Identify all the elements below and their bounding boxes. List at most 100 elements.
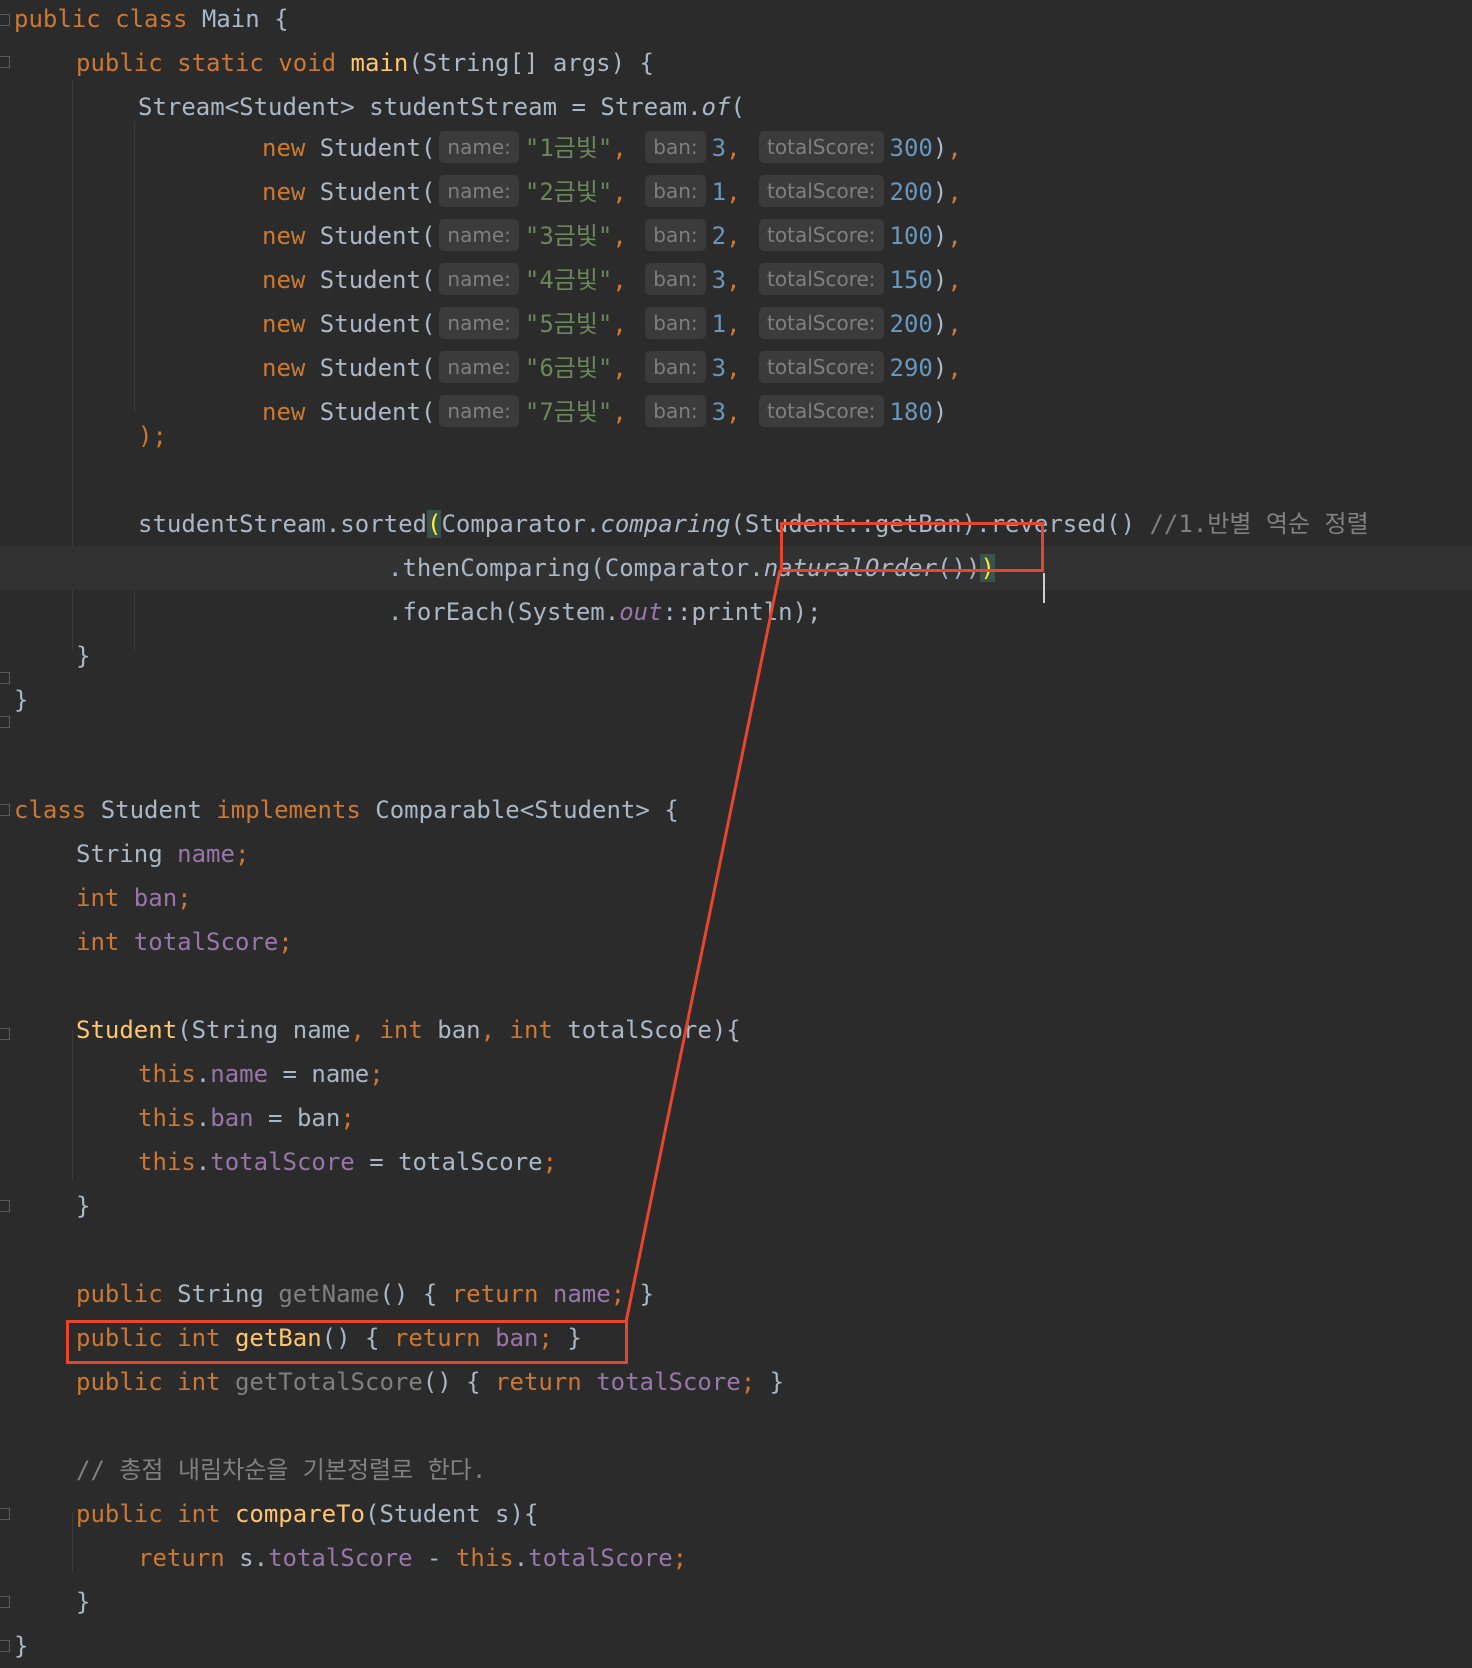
code-line[interactable]: ); xyxy=(0,414,1472,458)
call-end: ), xyxy=(932,134,962,162)
code-line[interactable]: this.name = name; xyxy=(0,1052,1472,1096)
method-end: ; } xyxy=(740,1368,785,1396)
number-literal: 200 xyxy=(889,178,933,206)
field-ref: totalScore xyxy=(210,1148,355,1176)
field-ref: ban xyxy=(210,1104,254,1132)
field-ref: totalScore xyxy=(596,1368,741,1396)
code-text: Comparator. xyxy=(441,510,601,538)
code-line[interactable]: .forEach(System.out::println); xyxy=(0,590,1472,634)
keyword: this xyxy=(138,1148,196,1176)
code-line[interactable]: public static void main(String[] args) { xyxy=(0,41,1472,85)
param-hint-ban: ban: xyxy=(645,131,706,163)
call-end: ), xyxy=(932,178,962,206)
code-line[interactable]: new Student(name: "2금빛", ban: 1, totalScor… xyxy=(0,170,1472,214)
constructor-call: Student( xyxy=(305,310,436,338)
code-text: totalScore){ xyxy=(552,1016,741,1044)
comma: , xyxy=(612,222,642,250)
constructor-call: Student( xyxy=(305,134,436,162)
method-name: getTotalScore xyxy=(234,1368,423,1396)
brace: } xyxy=(76,1192,91,1220)
comma: , xyxy=(612,178,642,206)
code-text: () { xyxy=(379,1280,452,1308)
code-line[interactable]: Stream<Student> studentStream = Stream.o… xyxy=(0,85,1472,129)
dot: . xyxy=(195,1148,211,1176)
code-line[interactable]: public int compareTo(Student s){ xyxy=(0,1492,1472,1536)
param-hint-ban: ban: xyxy=(645,307,706,339)
code-line[interactable]: class Student implements Comparable<Stud… xyxy=(0,788,1472,832)
string-literal: "1금빛" xyxy=(524,134,613,162)
code-line[interactable]: public class Main { xyxy=(0,0,1472,41)
number-literal: 3 xyxy=(711,354,727,382)
code-line[interactable]: public String getName() { return name; } xyxy=(0,1272,1472,1316)
comma: , xyxy=(726,222,756,250)
code-line-current[interactable]: .thenComparing(Comparator.naturalOrder()… xyxy=(0,546,1472,590)
matched-bracket: ( xyxy=(426,510,442,538)
semicolon: ; xyxy=(542,1148,558,1176)
code-line[interactable]: new Student(name: "4금빛", ban: 3, totalScor… xyxy=(0,258,1472,302)
param-hint-name: name: xyxy=(439,263,519,295)
comma: , xyxy=(726,134,756,162)
code-line[interactable]: } xyxy=(0,1580,1472,1624)
number-literal: 1 xyxy=(711,178,727,206)
comma: , xyxy=(726,354,756,382)
code-line[interactable]: studentStream.sorted(Comparator.comparin… xyxy=(0,502,1472,546)
code-line[interactable]: this.ban = ban; xyxy=(0,1096,1472,1140)
code-line[interactable]: new Student(name: "1금빛", ban: 3, totalScor… xyxy=(0,126,1472,170)
params: (Student s){ xyxy=(365,1500,539,1528)
code-line[interactable]: String name; xyxy=(0,832,1472,876)
code-line[interactable]: new Student(name: "3금빛", ban: 2, totalScor… xyxy=(0,214,1472,258)
code-line[interactable]: return s.totalScore - this.totalScore; xyxy=(0,1536,1472,1580)
dot: . xyxy=(195,1060,211,1088)
brace: } xyxy=(14,1632,29,1660)
brace: { xyxy=(259,5,289,33)
number-literal: 1 xyxy=(711,310,727,338)
method-end: ; } xyxy=(610,1280,655,1308)
code-line[interactable]: } xyxy=(0,1184,1472,1228)
code-line[interactable]: Student(String name, int ban, int totalS… xyxy=(0,1008,1472,1052)
keyword: return xyxy=(451,1280,553,1308)
code-line[interactable]: int totalScore; xyxy=(0,920,1472,964)
comma: , xyxy=(612,310,642,338)
code-editor[interactable]: public class Main { public static void m… xyxy=(0,0,1472,1668)
field-name: name xyxy=(177,840,235,868)
assignment: = ban xyxy=(253,1104,341,1132)
code-line[interactable]: public int getTotalScore() { return tota… xyxy=(0,1360,1472,1404)
assignment: = totalScore xyxy=(354,1148,543,1176)
code-line[interactable]: } xyxy=(0,1624,1472,1668)
field-name: ban xyxy=(133,884,178,912)
constructor-call: Student( xyxy=(305,354,436,382)
keyword: this xyxy=(138,1060,196,1088)
keyword: new xyxy=(262,354,306,382)
code-line[interactable]: // 총점 내림차순을 기본정렬로 한다. xyxy=(0,1448,1472,1492)
code-line[interactable]: this.totalScore = totalScore; xyxy=(0,1140,1472,1184)
code-text: .thenComparing(Comparator. xyxy=(388,554,764,582)
param-hint-name: name: xyxy=(439,351,519,383)
field-ref: totalScore xyxy=(528,1544,673,1572)
param-hint-name: name: xyxy=(439,131,519,163)
code-line[interactable]: int ban; xyxy=(0,876,1472,920)
number-literal: 2 xyxy=(711,222,727,250)
code-line[interactable]: } xyxy=(0,678,1472,722)
param-hint-name: name: xyxy=(439,175,519,207)
code-text: ban xyxy=(422,1016,481,1044)
comma: , xyxy=(726,310,756,338)
code-line[interactable]: new Student(name: "5금빛", ban: 1, totalScor… xyxy=(0,302,1472,346)
semicolon: ; xyxy=(672,1544,688,1572)
stream-close: ); xyxy=(138,422,167,450)
code-line[interactable]: } xyxy=(0,634,1472,678)
call-end: ), xyxy=(932,354,962,382)
param-hint-ban: ban: xyxy=(645,351,706,383)
string-literal: "5금빛" xyxy=(524,310,613,338)
type: String xyxy=(177,1280,279,1308)
field-name: totalScore xyxy=(133,928,279,956)
code-text: () { xyxy=(422,1368,496,1396)
keyword: public class xyxy=(14,5,202,33)
comma: , xyxy=(726,266,756,294)
code-text: Stream<Student> studentStream = Stream. xyxy=(138,93,702,121)
call-end: ), xyxy=(932,266,962,294)
code-line[interactable]: new Student(name: "6금빛", ban: 3, totalScor… xyxy=(0,346,1472,390)
class-name: Student xyxy=(100,796,217,824)
param-hint-name: name: xyxy=(439,307,519,339)
param-hint-name: name: xyxy=(439,219,519,251)
static-method: comparing xyxy=(600,510,731,538)
